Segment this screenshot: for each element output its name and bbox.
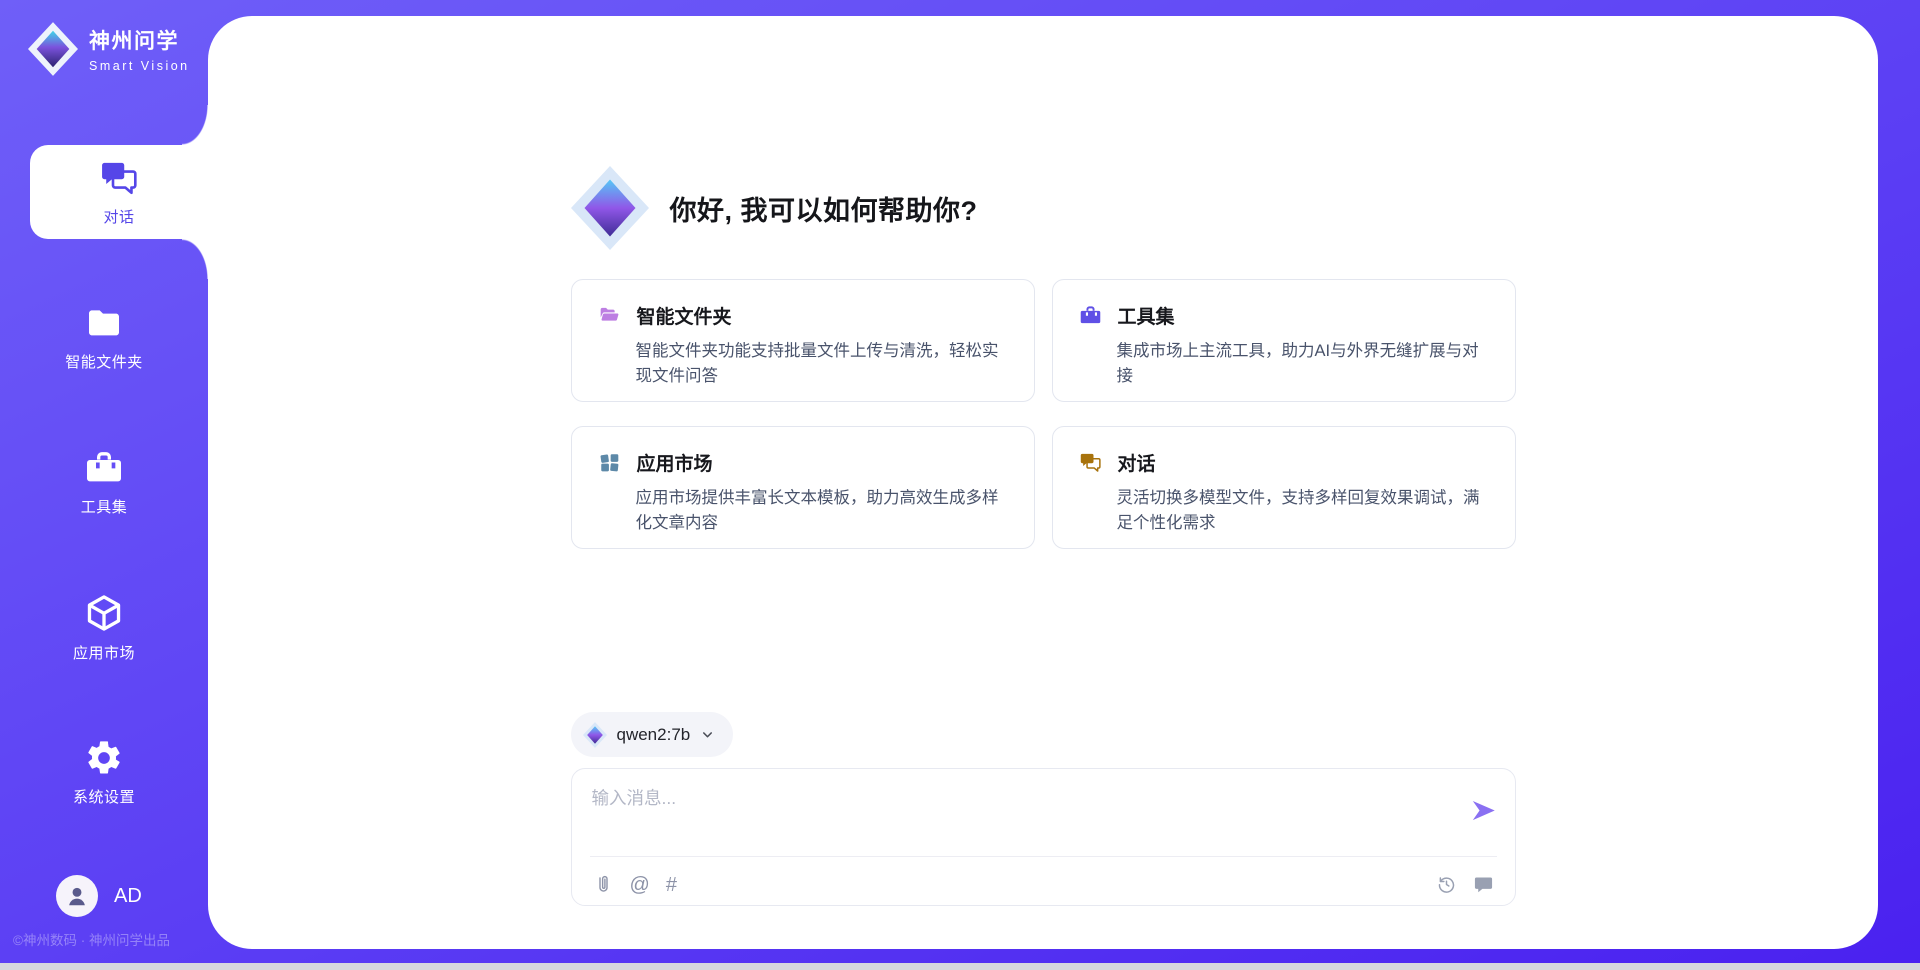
send-button[interactable] xyxy=(1470,797,1497,827)
paperclip-icon xyxy=(593,874,614,895)
card-title: 对话 xyxy=(1118,449,1156,476)
copyright-footer: ©神州数码 · 神州问学出品 xyxy=(13,929,170,949)
folder-icon xyxy=(84,303,124,343)
comment-icon xyxy=(1473,874,1494,895)
greeting: 你好, 我可以如何帮助你? xyxy=(571,166,978,250)
card-folder[interactable]: 智能文件夹 智能文件夹功能支持批量文件上传与清洗，轻松实现文件问答 xyxy=(571,279,1035,402)
model-name: qwen2:7b xyxy=(617,725,691,745)
comment-button[interactable] xyxy=(1473,874,1494,895)
card-description: 集成市场上主流工具，助力AI与外界无缝扩展与对接 xyxy=(1117,339,1489,389)
briefcase-icon xyxy=(1079,304,1102,327)
at-icon: @ xyxy=(630,875,650,895)
feature-cards: 智能文件夹 智能文件夹功能支持批量文件上传与清洗，轻松实现文件问答 工具集 集成… xyxy=(571,279,1516,549)
avatar xyxy=(56,875,98,917)
card-description: 应用市场提供丰富长文本模板，助力高效生成多样化文章内容 xyxy=(636,486,1008,536)
send-icon xyxy=(1470,797,1497,824)
sidebar-item-folder[interactable]: 智能文件夹 xyxy=(0,290,208,384)
card-chat[interactable]: 对话 灵活切换多模型文件，支持多样回复效果调试，满足个性化需求 xyxy=(1052,426,1516,549)
card-market[interactable]: 应用市场 应用市场提供丰富长文本模板，助力高效生成多样化文章内容 xyxy=(571,426,1035,549)
greeting-text: 你好, 我可以如何帮助你? xyxy=(670,189,978,228)
gear-icon xyxy=(84,738,124,778)
composer-divider xyxy=(590,856,1497,857)
card-title: 智能文件夹 xyxy=(637,302,732,329)
sidebar-item-market[interactable]: 应用市场 xyxy=(0,580,208,674)
user-profile[interactable]: AD xyxy=(56,875,142,917)
sidebar-item-chat[interactable]: 对话 xyxy=(30,145,208,239)
card-title: 工具集 xyxy=(1118,302,1175,329)
sidebar-nav: 对话 智能文件夹 工具集 应用市场 系统设置 xyxy=(0,145,208,870)
history-button[interactable] xyxy=(1436,874,1457,895)
brand-subtitle: Smart Vision xyxy=(89,59,190,73)
topic-button[interactable]: # xyxy=(666,875,677,895)
chat-icon xyxy=(1079,451,1102,474)
card-description: 灵活切换多模型文件，支持多样回复效果调试，满足个性化需求 xyxy=(1117,486,1489,536)
grid-icon xyxy=(598,451,621,474)
model-logo-icon xyxy=(583,722,607,748)
sidebar: 神州问学 Smart Vision 对话 智能文件夹 工具集 应用市场 系统设置… xyxy=(0,0,208,963)
brand-logo-icon xyxy=(28,22,78,76)
attach-button[interactable] xyxy=(593,874,614,895)
composer: qwen2:7b xyxy=(571,712,1516,906)
card-description: 智能文件夹功能支持批量文件上传与清洗，轻松实现文件问答 xyxy=(636,339,1008,389)
folder-open-icon xyxy=(598,304,621,327)
message-input[interactable] xyxy=(592,785,1451,833)
mention-button[interactable]: @ xyxy=(630,875,650,895)
main-panel: 你好, 我可以如何帮助你? 智能文件夹 智能文件夹功能支持批量文件上传与清洗，轻… xyxy=(208,16,1878,949)
tab-curve-top xyxy=(182,105,208,145)
cube-icon xyxy=(83,592,125,634)
brand-name: 神州问学 xyxy=(89,25,190,55)
model-selector[interactable]: qwen2:7b xyxy=(571,712,734,757)
tab-curve-bottom xyxy=(182,239,208,279)
card-title: 应用市场 xyxy=(637,449,713,476)
brand: 神州问学 Smart Vision xyxy=(28,22,190,76)
chat-icon xyxy=(99,158,139,198)
history-icon xyxy=(1436,874,1457,895)
card-tools[interactable]: 工具集 集成市场上主流工具，助力AI与外界无缝扩展与对接 xyxy=(1052,279,1516,402)
assistant-logo-icon xyxy=(571,166,649,250)
briefcase-icon xyxy=(84,448,124,488)
hash-icon: # xyxy=(666,875,677,895)
sidebar-item-tools[interactable]: 工具集 xyxy=(0,435,208,529)
bottom-strip xyxy=(0,963,1920,970)
message-input-box: @ # xyxy=(571,768,1516,906)
user-name: AD xyxy=(114,885,142,908)
person-icon xyxy=(64,883,90,909)
chevron-down-icon xyxy=(700,727,715,742)
sidebar-item-settings[interactable]: 系统设置 xyxy=(0,725,208,819)
